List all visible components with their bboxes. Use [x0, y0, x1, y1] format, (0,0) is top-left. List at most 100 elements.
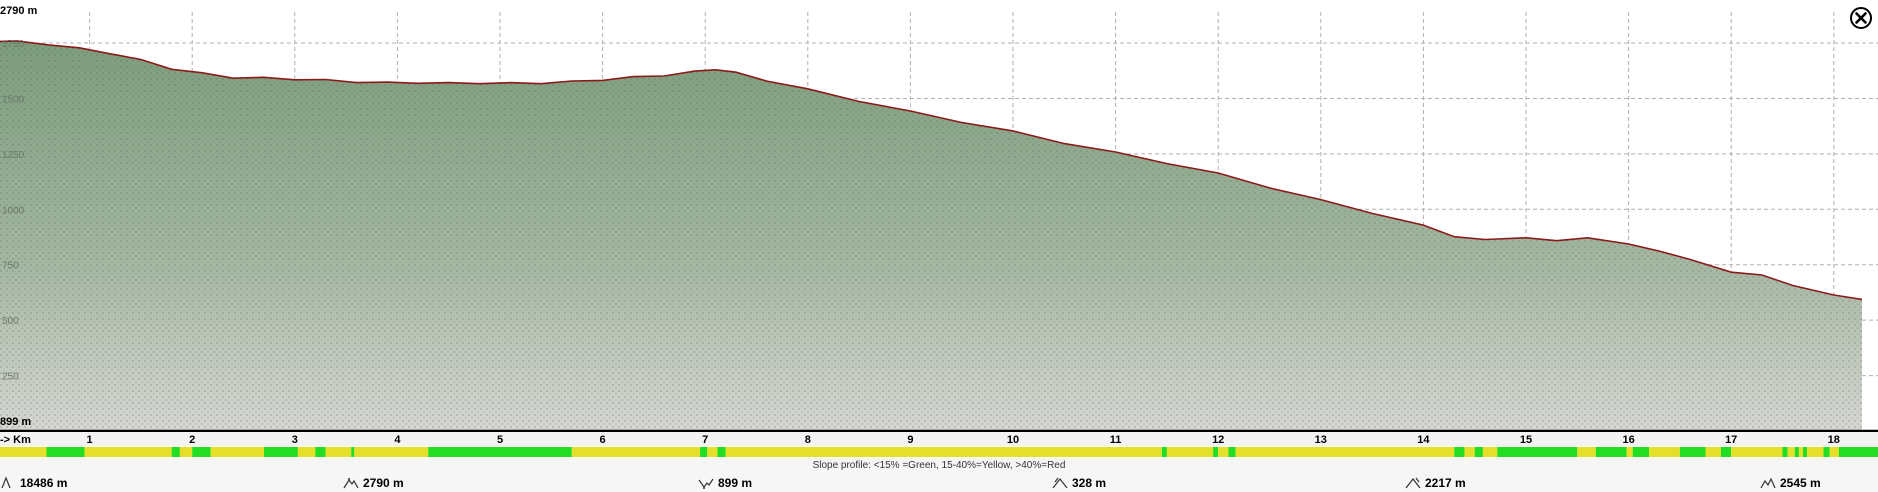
total-ascent: 328 m — [1052, 474, 1106, 492]
slope-segment-yellow — [707, 447, 718, 457]
x-axis-strip — [0, 432, 1878, 446]
slope-segment-yellow — [1705, 447, 1721, 457]
min-altitude: 899 m — [698, 474, 752, 492]
ascent-icon — [1052, 477, 1068, 489]
slope-segment-green — [315, 447, 326, 457]
x-tick-label: 11 — [1110, 434, 1122, 446]
mountain-peak-icon — [343, 478, 359, 489]
y-tick-label: 1750 — [2, 39, 25, 50]
total-distance: 18486 m — [0, 474, 67, 492]
slope-segment-green — [1679, 447, 1706, 457]
slope-segment-yellow — [1464, 447, 1475, 457]
slope-segment-green — [1474, 447, 1483, 457]
y-tick-label: 750 — [2, 261, 19, 272]
x-tick-label: 10 — [1007, 434, 1019, 446]
x-tick-label: 16 — [1622, 434, 1634, 446]
slope-segment-yellow — [1626, 447, 1633, 457]
x-tick-label: 9 — [907, 434, 913, 446]
slope-segment-green — [1454, 447, 1465, 457]
slope-segment-yellow — [297, 447, 316, 457]
x-axis-unit-label: -> Km — [0, 434, 31, 446]
slope-segment-yellow — [354, 447, 429, 457]
slope-segment-yellow — [1577, 447, 1596, 457]
slope-segment-green — [1632, 447, 1650, 457]
x-tick-label: 17 — [1725, 434, 1737, 446]
slope-segment-green — [46, 447, 85, 457]
x-tick-label: 6 — [600, 434, 606, 446]
slope-segment-green — [1595, 447, 1627, 457]
slope-segment-green — [1720, 447, 1732, 457]
slope-segment-yellow — [1798, 447, 1803, 457]
slope-segment-yellow — [1482, 447, 1498, 457]
slope-segment-yellow — [1787, 447, 1795, 457]
slope-segment-yellow — [1218, 447, 1229, 457]
slope-segment-yellow — [1649, 447, 1680, 457]
y-axis-bottom-label: 899 m — [0, 416, 31, 428]
x-tick-label: 5 — [497, 434, 503, 446]
slope-segment-yellow — [0, 447, 47, 457]
ruler-icon — [1, 476, 11, 489]
slope-segment-yellow — [725, 447, 1162, 457]
y-axis-top-label: 2790 m — [0, 5, 38, 17]
y-tick-label: 1250 — [2, 150, 25, 161]
slope-segment-green — [1838, 447, 1878, 457]
x-tick-label: 8 — [805, 434, 811, 446]
slope-profile-caption: Slope profile: <15% =Green, 15-40%=Yello… — [812, 460, 1066, 471]
slope-segment-green — [700, 447, 708, 457]
total-elevation-change: 2545 m — [1760, 474, 1821, 492]
slope-segment-green — [1161, 447, 1167, 457]
valley-icon — [698, 478, 714, 489]
x-tick-label: 2 — [189, 434, 195, 446]
mountain-range-icon — [1760, 477, 1776, 489]
x-tick-label: 12 — [1212, 434, 1224, 446]
slope-profile-bar — [0, 447, 1878, 457]
slope-segment-green — [264, 447, 298, 457]
slope-segment-yellow — [325, 447, 352, 457]
slope-segment-yellow — [571, 447, 701, 457]
close-circle-icon[interactable] — [1849, 6, 1873, 30]
slope-segment-green — [717, 447, 726, 457]
y-tick-label: 1000 — [2, 205, 25, 216]
x-tick-label: 7 — [702, 434, 708, 446]
slope-segment-yellow — [1166, 447, 1214, 457]
elevation-chart: 2790 m 1750 1500 1250 1000 750 500 250 899 m -… — [0, 5, 1878, 492]
max-altitude-value: 2790 m — [363, 476, 404, 490]
slope-segment-yellow — [84, 447, 172, 457]
x-tick-label: 3 — [292, 434, 298, 446]
slope-segment-green — [351, 447, 355, 457]
slope-segment-green — [1228, 447, 1236, 457]
slope-segment-green — [1497, 447, 1578, 457]
slope-segment-green — [1782, 447, 1788, 457]
total-elevation-change-value: 2545 m — [1780, 476, 1821, 490]
slope-segment-yellow — [1235, 447, 1455, 457]
max-altitude: 2790 m — [343, 474, 404, 492]
x-tick-label: 14 — [1417, 434, 1430, 446]
slope-segment-green — [1794, 447, 1799, 457]
slope-segment-yellow — [1731, 447, 1783, 457]
slope-segment-green — [192, 447, 211, 457]
slope-segment-green — [1803, 447, 1808, 457]
x-tick-label: 1 — [87, 434, 93, 446]
slope-segment-green — [1213, 447, 1219, 457]
x-tick-label: 13 — [1315, 434, 1327, 446]
x-tick-label: 15 — [1520, 434, 1532, 446]
x-tick-label: 18 — [1828, 434, 1840, 446]
x-tick-label: 4 — [394, 434, 401, 446]
slope-segment-green — [1823, 447, 1830, 457]
slope-segment-yellow — [1829, 447, 1839, 457]
min-altitude-value: 899 m — [718, 476, 753, 490]
slope-segment-yellow — [210, 447, 265, 457]
descent-icon — [1405, 477, 1421, 489]
total-descent: 2217 m — [1405, 474, 1466, 492]
slope-segment-green — [428, 447, 572, 457]
y-tick-label: 500 — [2, 316, 19, 327]
slope-segment-green — [171, 447, 180, 457]
slope-segment-yellow — [1807, 447, 1824, 457]
total-ascent-value: 328 m — [1072, 476, 1107, 490]
slope-segment-yellow — [179, 447, 193, 457]
elevation-area-texture — [0, 41, 1862, 431]
y-tick-label: 1500 — [2, 94, 25, 105]
total-descent-value: 2217 m — [1425, 476, 1466, 490]
y-tick-label: 250 — [2, 372, 19, 383]
total-distance-value: 18486 m — [20, 476, 68, 490]
